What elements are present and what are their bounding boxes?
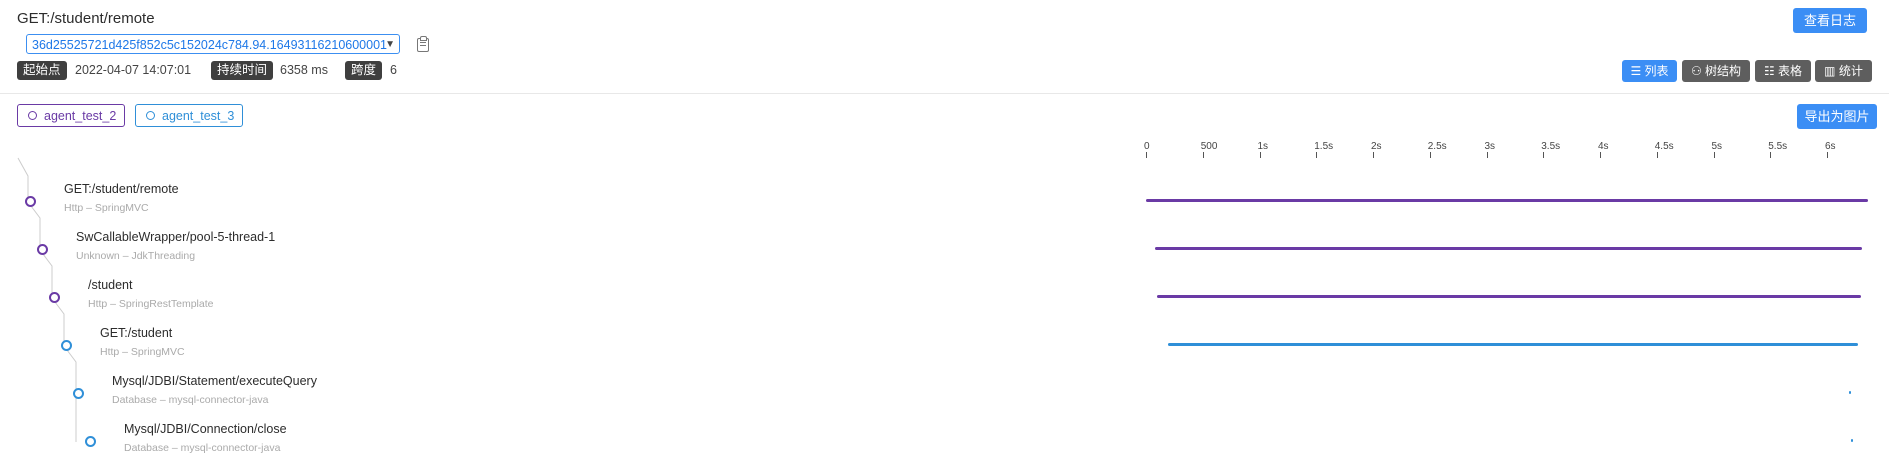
span-count-value: 6: [390, 63, 397, 77]
axis-tick-mark: [1202, 152, 1204, 158]
span-name[interactable]: GET:/student: [100, 326, 172, 340]
tab-table[interactable]: ☷ 表格: [1755, 60, 1811, 82]
span-component: Http – SpringMVC: [100, 346, 185, 358]
span-name[interactable]: GET:/student/remote: [64, 182, 179, 196]
axis-tick-label: 3.5s: [1541, 141, 1561, 152]
axis-tick-label: 500: [1200, 141, 1218, 152]
span-node-dot[interactable]: [85, 436, 96, 447]
chevron-down-icon: ▼: [385, 39, 395, 50]
service-filter-agent-test-3[interactable]: agent_test_3: [135, 104, 243, 127]
axis-tick-label: 3s: [1484, 141, 1496, 152]
axis-tick-label: 4.5s: [1654, 141, 1674, 152]
span-name[interactable]: /student: [88, 278, 132, 292]
divider: [0, 93, 1889, 94]
span-component: Unknown – JdkThreading: [76, 250, 196, 262]
start-value: 2022-04-07 14:07:01: [75, 63, 192, 77]
duration-value: 6358 ms: [280, 63, 328, 77]
export-image-button[interactable]: 导出为图片: [1797, 104, 1877, 129]
axis-tick-label: 1s: [1257, 141, 1269, 152]
span-duration-bar[interactable]: [1849, 391, 1852, 394]
span-duration-bar[interactable]: [1154, 247, 1863, 250]
span-node-dot[interactable]: [37, 244, 48, 255]
duration-tag: 持续时间: [211, 61, 274, 80]
axis-tick-mark: [1543, 152, 1545, 158]
axis-tick-mark: [1770, 152, 1772, 158]
copy-icon[interactable]: [417, 36, 429, 52]
span-component: Http – SpringRestTemplate: [88, 298, 214, 310]
span-component: Database – mysql-connector-java: [124, 442, 281, 454]
axis-tick-mark: [1316, 152, 1318, 158]
span-name[interactable]: Mysql/JDBI/Connection/close: [124, 422, 287, 436]
service-filter-agent-test-2[interactable]: agent_test_2: [17, 104, 125, 127]
axis-tick-label: 6s: [1825, 141, 1836, 152]
tab-stats[interactable]: ▥ 统计: [1815, 60, 1872, 82]
span-name[interactable]: SwCallableWrapper/pool-5-thread-1: [76, 230, 275, 244]
axis-tick-label: 4s: [1598, 141, 1609, 152]
axis-tick-label: 1.5s: [1314, 141, 1334, 152]
axis-tick-label: 5.5s: [1768, 141, 1788, 152]
view-logs-button[interactable]: 查看日志: [1793, 8, 1867, 33]
tab-tree[interactable]: ⚇ 树结构: [1682, 60, 1750, 82]
circle-icon: [146, 111, 155, 120]
span-name[interactable]: Mysql/JDBI/Statement/executeQuery: [112, 374, 317, 388]
axis-tick-label: 0: [1144, 141, 1150, 152]
axis-tick-mark: [1373, 152, 1374, 158]
axis-tick-mark: [1259, 152, 1261, 158]
axis-tick-mark: [1827, 152, 1828, 158]
span-node-dot[interactable]: [61, 340, 72, 351]
tab-list[interactable]: ☰ 列表: [1622, 60, 1677, 82]
circle-icon: [28, 111, 37, 120]
span-duration-bar[interactable]: [1156, 295, 1862, 298]
axis-tick-mark: [1713, 152, 1715, 158]
axis-tick-mark: [1429, 152, 1431, 158]
axis-tick-label: 2s: [1371, 141, 1382, 152]
list-icon: ☰: [1630, 64, 1642, 78]
span-duration-bar[interactable]: [1851, 439, 1854, 442]
span-component: Http – SpringMVC: [64, 202, 149, 214]
tree-icon: ⚇: [1690, 64, 1702, 78]
span-node-dot[interactable]: [73, 388, 84, 399]
span-count-tag: 跨度: [345, 61, 383, 80]
page-title: GET:/student/remote: [17, 10, 155, 27]
axis-tick-label: 5s: [1711, 141, 1723, 152]
span-duration-bar[interactable]: [1168, 343, 1858, 346]
span-node-dot[interactable]: [49, 292, 60, 303]
start-tag: 起始点: [17, 61, 67, 80]
bar-chart-icon: ▥: [1824, 64, 1836, 78]
span-node-dot[interactable]: [25, 196, 36, 207]
trace-id-value: 36d25525721d425f852c5c152024c784.94.1649…: [32, 38, 387, 52]
axis-tick-mark: [1656, 152, 1658, 158]
axis-tick-mark: [1486, 152, 1488, 158]
axis-tick-mark: [1600, 152, 1601, 158]
table-icon: ☷: [1763, 64, 1775, 78]
axis-tick-label: 2.5s: [1427, 141, 1447, 152]
trace-id-select[interactable]: 36d25525721d425f852c5c152024c784.94.1649…: [26, 34, 400, 54]
span-duration-bar[interactable]: [1146, 199, 1868, 202]
span-component: Database – mysql-connector-java: [112, 394, 269, 406]
axis-tick-mark: [1146, 152, 1147, 158]
